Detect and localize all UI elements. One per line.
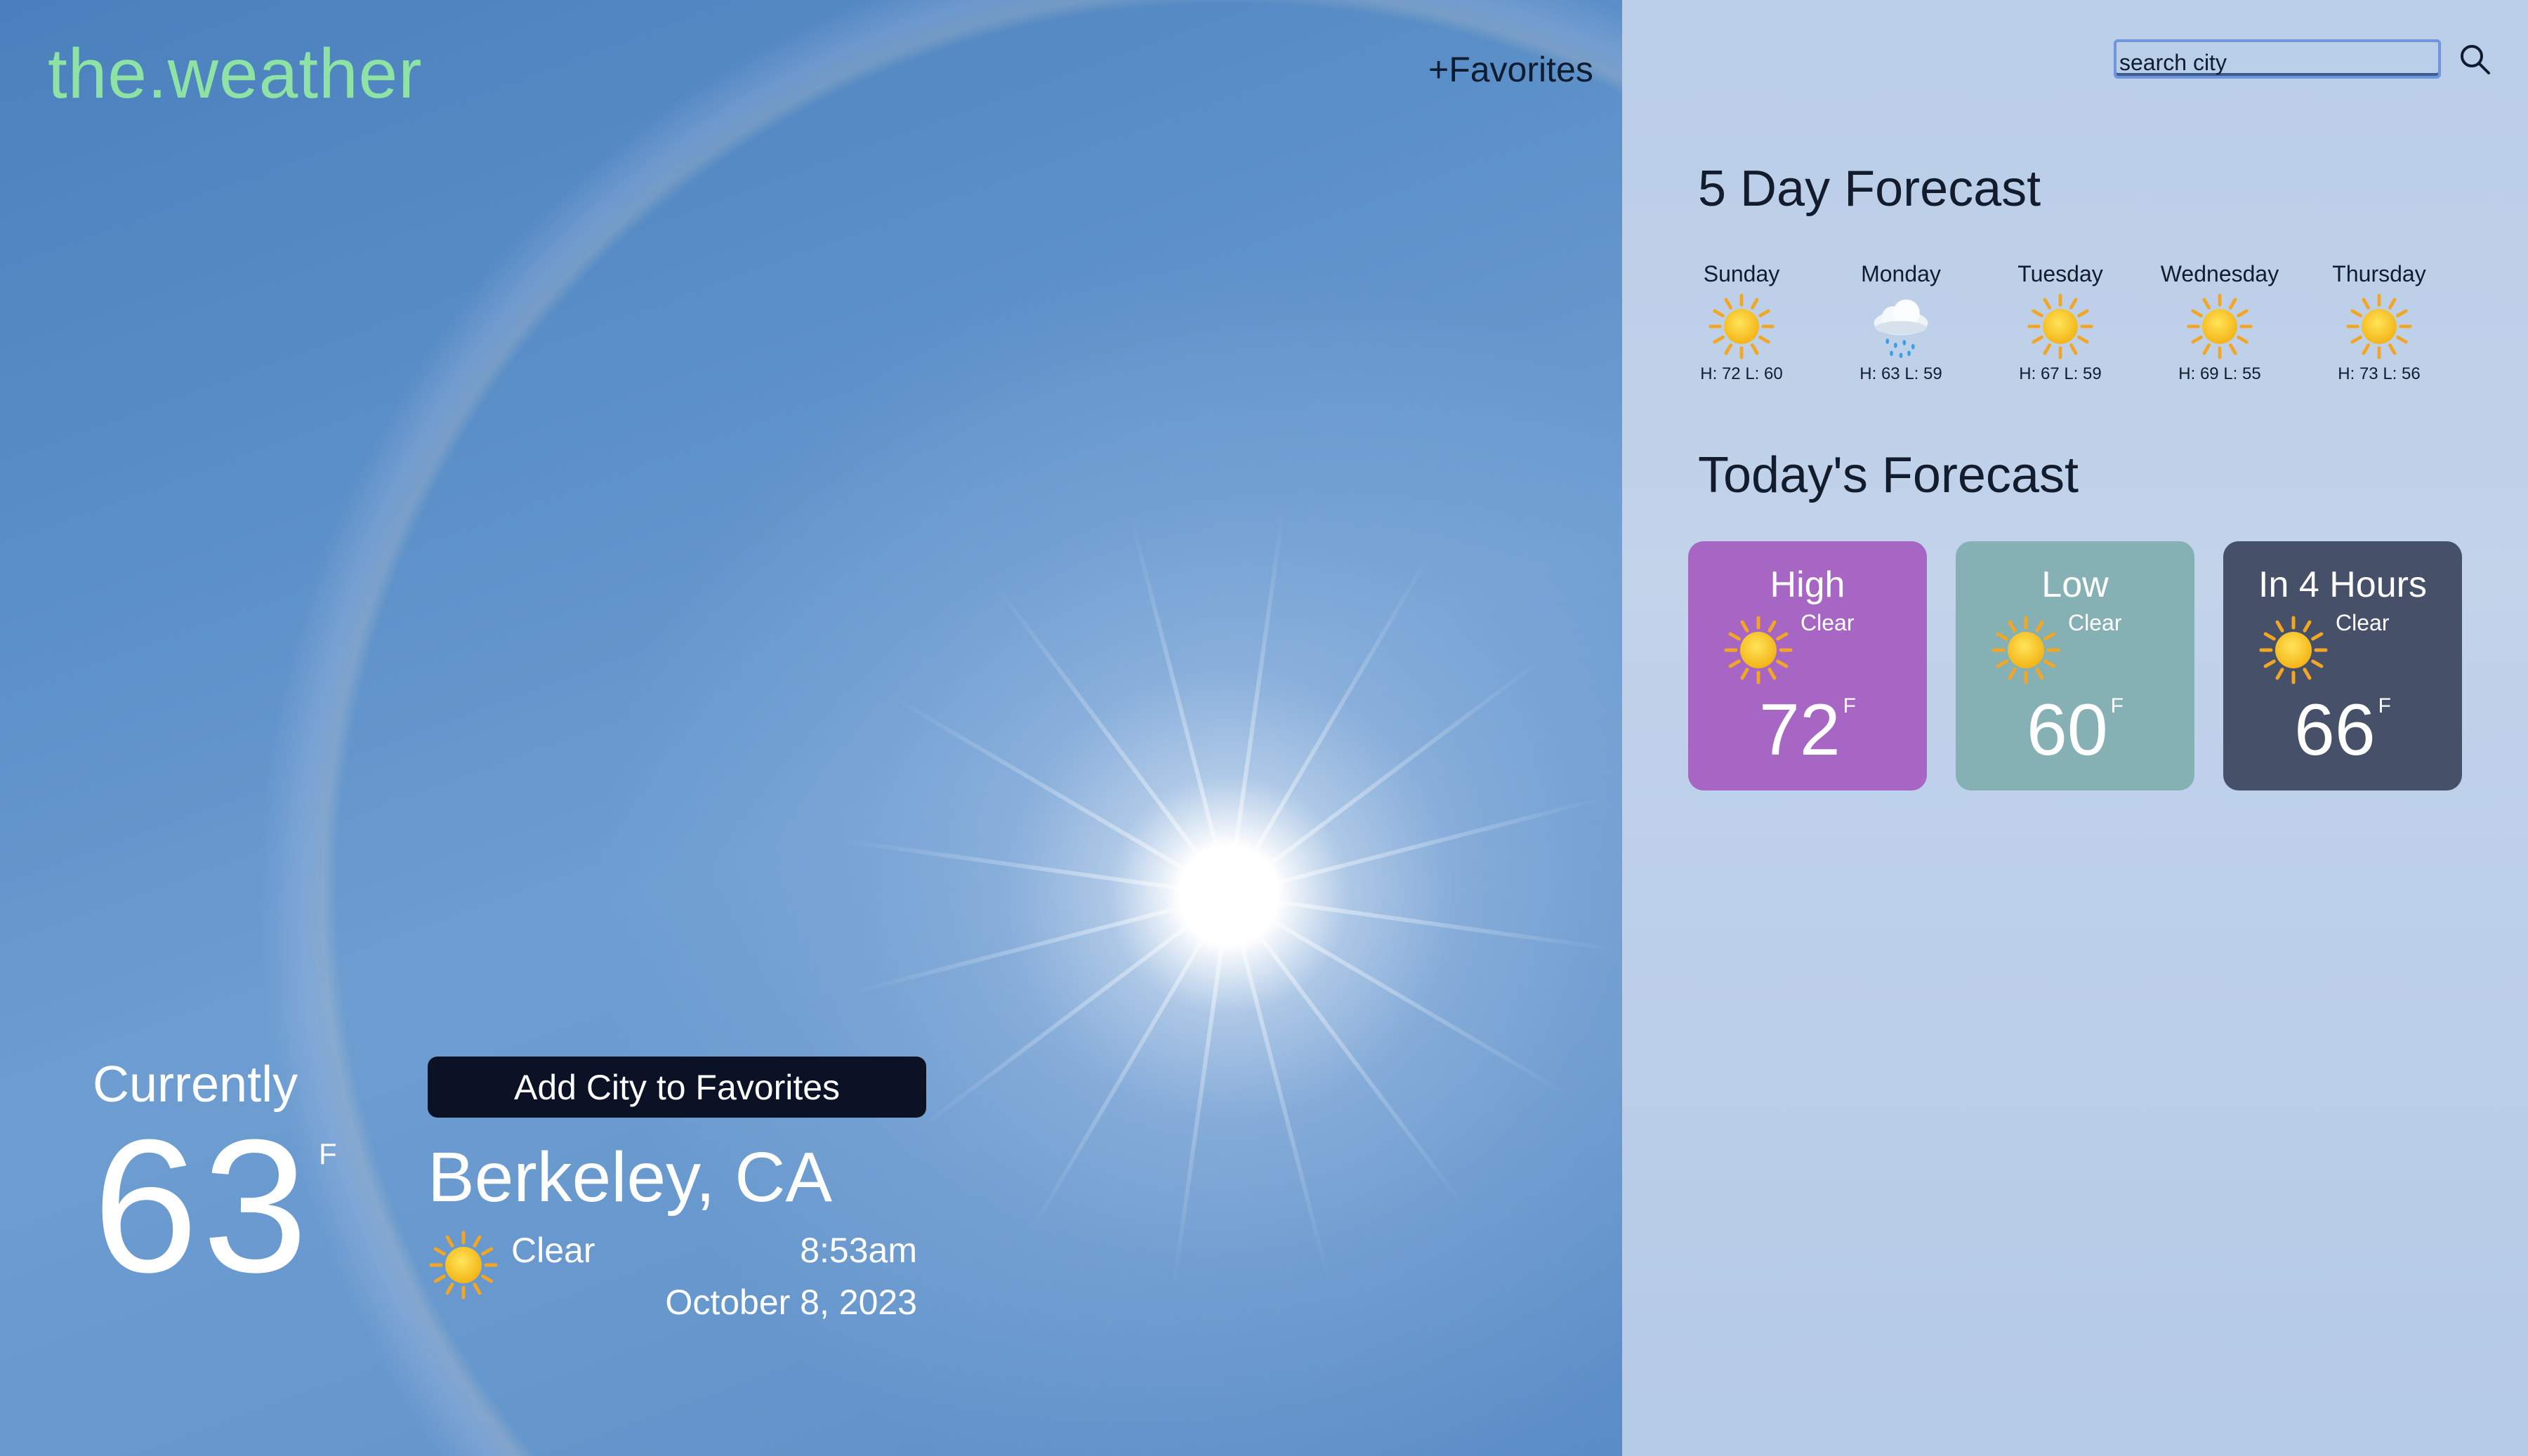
search-input[interactable]: [2114, 39, 2441, 79]
five-day-title: 5 Day Forecast: [1698, 161, 2041, 217]
card-condition: Clear: [2336, 610, 2390, 635]
current-temperature: 63: [93, 1101, 312, 1312]
sun-glare-ray: [848, 893, 1230, 996]
sun-glare-ray: [1227, 505, 1286, 896]
card-condition: Clear: [2068, 610, 2122, 635]
forecast-day-name: Wednesday: [2160, 261, 2279, 286]
forecast-day: Thursday H: 73 L: 56: [2309, 261, 2449, 384]
forecast-day: Sunday H: 72 L: 60: [1671, 261, 1812, 384]
sun-icon: [1991, 615, 2061, 689]
current-time: 8:53am: [800, 1231, 917, 1270]
sun-glare-ray: [1228, 794, 1610, 897]
forecast-day-high-low: H: 69 L: 55: [2178, 364, 2261, 383]
sun-glare-ray: [888, 694, 1230, 897]
sun-glare-ray: [913, 893, 1230, 1134]
card-title: High: [1770, 564, 1845, 605]
today-forecast-card: Low Clear 60 F: [1956, 541, 2194, 790]
forecast-day-name: Thursday: [2332, 261, 2426, 286]
forecast-day-high-low: H: 73 L: 56: [2338, 364, 2421, 383]
card-title: Low: [2041, 564, 2109, 605]
forecast-day-name: Sunday: [1703, 261, 1780, 286]
sun-glare-ray: [1228, 893, 1619, 952]
search-icon[interactable]: [2458, 42, 2491, 76]
current-temperature-unit: F: [319, 1137, 337, 1170]
sun-glare-ray: [1128, 514, 1231, 896]
sun-icon: [2150, 293, 2290, 360]
city-name: Berkeley, CA: [428, 1138, 833, 1217]
card-temperature: 72 F: [1688, 689, 1927, 772]
forecast-day: Tuesday H: 67 L: 59: [1990, 261, 2131, 384]
add-city-to-favorites-button[interactable]: Add City to Favorites: [428, 1057, 926, 1118]
today-forecast-card: In 4 Hours Clear 66 F: [2223, 541, 2462, 790]
today-title: Today's Forecast: [1698, 447, 2079, 503]
forecast-day-high-low: H: 63 L: 59: [1859, 364, 1942, 383]
sun-icon: [2258, 615, 2329, 689]
forecast-day: Wednesday H: 69 L: 55: [2150, 261, 2290, 384]
forecast-day: Monday H: 63 L: 59: [1831, 261, 1971, 384]
sun-icon: [1990, 293, 2131, 360]
card-temperature-unit: F: [2378, 694, 2391, 717]
card-title: In 4 Hours: [2258, 564, 2427, 605]
forecast-day-name: Tuesday: [2017, 261, 2103, 286]
card-temperature: 60 F: [1956, 689, 2194, 772]
sun-glare-ray: [1027, 894, 1231, 1236]
sun-glare-ray: [1227, 656, 1545, 897]
card-condition: Clear: [1800, 610, 1855, 635]
sun-glare-ray: [1227, 893, 1569, 1097]
forecast-day-high-low: H: 72 L: 60: [1700, 364, 1783, 383]
sun-icon: [2309, 293, 2449, 360]
sun-icon: [1671, 293, 1812, 360]
brand-logo[interactable]: the.weather: [48, 34, 423, 114]
card-temperature-value: 72: [1758, 689, 1841, 771]
forecast-day-high-low: H: 67 L: 59: [2019, 364, 2102, 383]
card-temperature-value: 60: [2026, 689, 2108, 771]
card-temperature: 66 F: [2223, 689, 2462, 772]
sun-glare-ray: [1227, 555, 1430, 896]
sun-icon: [428, 1230, 499, 1304]
today-forecast-card: High Clear 72 F: [1688, 541, 1927, 790]
sun-glare-ray: [1227, 894, 1468, 1211]
sun-glare-ray: [839, 838, 1230, 897]
sun-glare-ray: [990, 579, 1231, 896]
sun-glare-ray: [1172, 894, 1231, 1285]
current-condition: Clear: [511, 1231, 595, 1270]
current-date: October 8, 2023: [665, 1283, 917, 1322]
sun-glare-ray: [1227, 894, 1330, 1276]
rain-cloud-icon: [1831, 293, 1971, 360]
card-temperature-value: 66: [2293, 689, 2376, 771]
card-temperature-unit: F: [2110, 694, 2124, 717]
forecast-day-name: Monday: [1861, 261, 1941, 286]
sun-icon: [1723, 615, 1793, 689]
card-temperature-unit: F: [1843, 694, 1856, 717]
favorites-link[interactable]: +Favorites: [1428, 49, 1593, 90]
